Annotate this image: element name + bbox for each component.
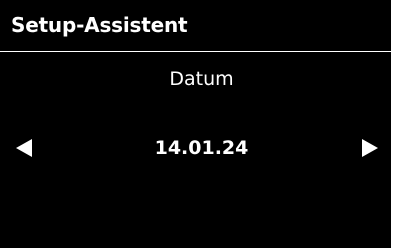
field-label: Datum [169,68,234,90]
next-value-button[interactable] [359,138,381,158]
main-content: Datum 14.01.24 [0,52,391,248]
field-value: 14.01.24 [154,137,249,159]
setup-assistant-screen: Setup-Assistent Datum 14.01.24 [0,0,395,248]
triangle-right-icon [362,139,378,157]
title-bar: Setup-Assistent [0,0,391,51]
page-title: Setup-Assistent [11,13,188,37]
value-selector: 14.01.24 [0,134,391,162]
